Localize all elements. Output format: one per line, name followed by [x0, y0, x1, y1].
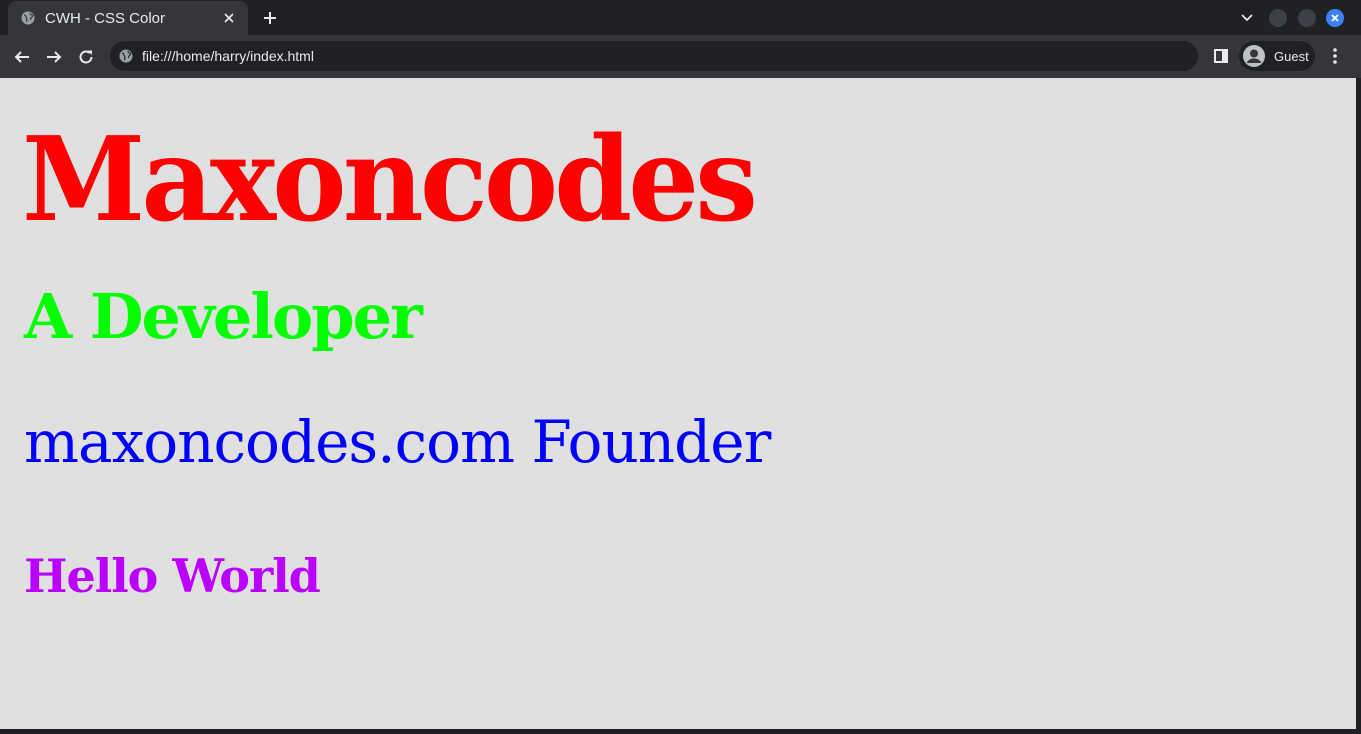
browser-toolbar: file:///home/harry/index.html Guest: [0, 35, 1361, 78]
reload-icon[interactable]: [74, 45, 98, 69]
tab-title: CWH - CSS Color: [45, 9, 166, 27]
tab-strip: CWH - CSS Color: [0, 0, 1361, 35]
profile-button[interactable]: Guest: [1239, 41, 1315, 71]
account-icon: [1242, 44, 1266, 68]
address-url[interactable]: file:///home/harry/index.html: [142, 48, 314, 64]
globe-icon: [21, 11, 35, 25]
address-bar[interactable]: file:///home/harry/index.html: [110, 41, 1198, 71]
plus-icon[interactable]: [259, 7, 281, 29]
chevron-down-icon[interactable]: [1237, 8, 1257, 28]
page-viewport: Maxoncodes A Developer maxoncodes.com Fo…: [0, 78, 1356, 729]
window-maximize-button[interactable]: [1298, 9, 1316, 27]
profile-label: Guest: [1274, 48, 1309, 64]
window-close-button[interactable]: [1326, 9, 1344, 27]
forward-arrow-icon[interactable]: [42, 45, 66, 69]
close-icon[interactable]: [220, 9, 238, 27]
window-minimize-button[interactable]: [1269, 9, 1287, 27]
browser-tab[interactable]: CWH - CSS Color: [8, 1, 248, 35]
heading-name: Maxoncodes: [22, 112, 758, 248]
heading-site: maxoncodes.com Founder: [24, 408, 771, 476]
side-panel-icon[interactable]: [1210, 45, 1232, 67]
close-icon: [1331, 14, 1339, 22]
back-arrow-icon[interactable]: [10, 45, 34, 69]
heading-role: A Developer: [24, 280, 423, 353]
more-vert-icon[interactable]: [1324, 45, 1346, 67]
heading-hello: Hello World: [24, 549, 321, 603]
globe-icon[interactable]: [119, 49, 133, 63]
